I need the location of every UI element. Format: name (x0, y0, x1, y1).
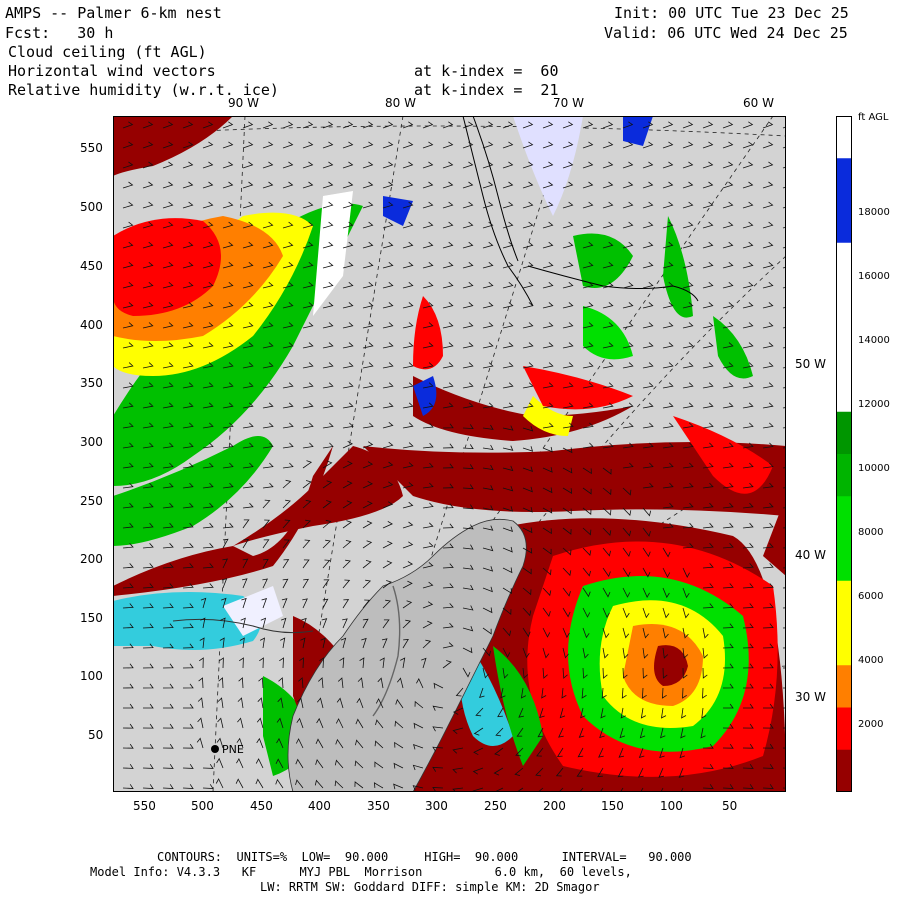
lon-label-80w: 80 W (385, 96, 416, 110)
colorbar-label-4000: 4000 (858, 655, 884, 666)
colorbar (836, 116, 852, 792)
lon-label-70w: 70 W (553, 96, 584, 110)
x-tick-300: 300 (425, 799, 448, 813)
colorbar-block (836, 665, 852, 708)
colorbar-label-8000: 8000 (858, 527, 884, 538)
colorbar-block (836, 116, 852, 159)
y-tick-400: 400 (80, 318, 103, 332)
map-panel: PNE (113, 116, 786, 792)
colorbar-label-18000: 18000 (858, 207, 890, 218)
lon-label-40w: 40 W (795, 548, 826, 562)
colorbar-unit: ft AGL (858, 112, 889, 123)
lon-label-30w: 30 W (795, 690, 826, 704)
colorbar-block (836, 496, 852, 539)
colorbar-block (836, 538, 852, 582)
colorbar-block (836, 749, 852, 792)
y-tick-150: 150 (80, 611, 103, 625)
y-tick-50: 50 (88, 728, 104, 742)
x-tick-350: 350 (367, 799, 390, 813)
x-tick-400: 400 (308, 799, 331, 813)
y-tick-500: 500 (80, 200, 103, 214)
colorbar-label-2000: 2000 (858, 719, 884, 730)
init-time: Init: 00 UTC Tue 23 Dec 25 (614, 4, 849, 22)
x-tick-500: 500 (191, 799, 214, 813)
station-label-pne: PNE (222, 743, 244, 756)
colorbar-block (836, 411, 852, 455)
field-cloud-ceiling: Cloud ceiling (ft AGL) (8, 43, 207, 61)
footer-contours: CONTOURS: UNITS=% LOW= 90.000 HIGH= 90.0… (157, 850, 692, 864)
colorbar-block (836, 327, 852, 370)
x-tick-100: 100 (660, 799, 683, 813)
x-tick-550: 550 (133, 799, 156, 813)
colorbar-block (836, 285, 852, 328)
y-tick-300: 300 (80, 435, 103, 449)
y-tick-350: 350 (80, 376, 103, 390)
y-tick-250: 250 (80, 494, 103, 508)
x-tick-150: 150 (601, 799, 624, 813)
lon-label-50w: 50 W (795, 357, 826, 371)
k-index-rh: at k-index = 21 (414, 81, 559, 99)
colorbar-block (836, 200, 852, 244)
y-tick-100: 100 (80, 669, 103, 683)
lon-label-60w: 60 W (743, 96, 774, 110)
colorbar-block (836, 623, 852, 666)
colorbar-block (836, 580, 852, 624)
x-tick-50: 50 (722, 799, 738, 813)
y-tick-450: 450 (80, 259, 103, 273)
colorbar-label-6000: 6000 (858, 591, 884, 602)
colorbar-block (836, 158, 852, 201)
x-tick-200: 200 (543, 799, 566, 813)
colorbar-block (836, 369, 852, 413)
x-tick-450: 450 (250, 799, 273, 813)
y-tick-550: 550 (80, 141, 103, 155)
colorbar-label-12000: 12000 (858, 399, 890, 410)
footer-model-info: Model Info: V4.3.3 KF MYJ PBL Morrison 6… (90, 865, 632, 879)
field-wind-vectors: Horizontal wind vectors (8, 62, 216, 80)
colorbar-label-16000: 16000 (858, 271, 890, 282)
y-tick-200: 200 (80, 552, 103, 566)
forecast-hour: Fcst: 30 h (5, 24, 114, 42)
colorbar-label-10000: 10000 (858, 463, 890, 474)
station-marker-pne (211, 745, 219, 753)
model-title: AMPS -- Palmer 6-km nest (5, 4, 222, 22)
k-index-wind: at k-index = 60 (414, 62, 559, 80)
lon-label-90w: 90 W (228, 96, 259, 110)
x-tick-250: 250 (484, 799, 507, 813)
colorbar-block (836, 242, 852, 286)
colorbar-block (836, 707, 852, 751)
footer-physics: LW: RRTM SW: Goddard DIFF: simple KM: 2D… (260, 880, 600, 894)
valid-time: Valid: 06 UTC Wed 24 Dec 25 (604, 24, 848, 42)
colorbar-block (836, 454, 852, 497)
colorbar-label-14000: 14000 (858, 335, 890, 346)
